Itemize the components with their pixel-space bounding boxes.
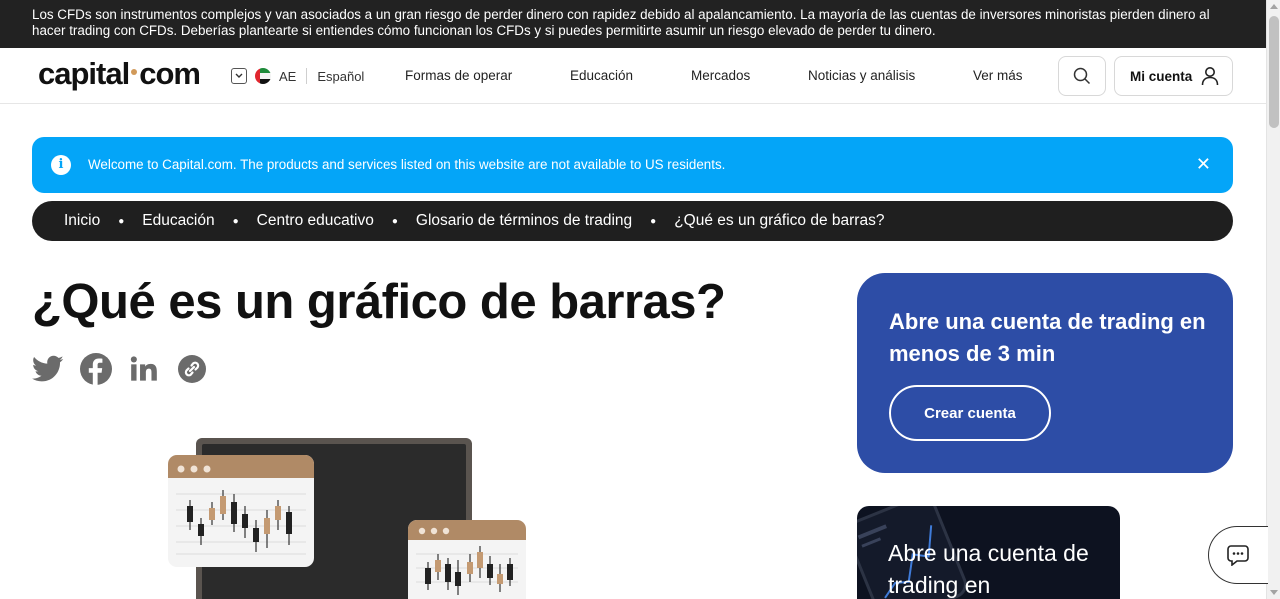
breadcrumb-item-centro-educativo[interactable]: Centro educativo	[257, 212, 374, 230]
promo-text: Abre una cuenta de trading en	[888, 540, 1089, 598]
breadcrumb-item-inicio[interactable]: Inicio	[64, 212, 100, 230]
breadcrumb-separator: ●	[232, 215, 239, 227]
nav-ver-mas[interactable]: Ver más	[973, 68, 1023, 83]
share-bar	[32, 353, 208, 385]
site-header: capital com AE Español Formas de operar E…	[0, 48, 1266, 104]
nav-educacion[interactable]: Educación	[570, 68, 633, 83]
linkedin-icon[interactable]	[128, 353, 160, 385]
scroll-down-arrow-icon[interactable]	[1270, 590, 1278, 595]
chat-icon	[1226, 545, 1249, 566]
open-account-card: Abre una cuenta de trading en menos de 3…	[857, 273, 1233, 473]
my-account-label: Mi cuenta	[1130, 68, 1193, 84]
promo-card[interactable]: Abre una cuenta de trading en	[857, 506, 1120, 599]
link-icon[interactable]	[176, 353, 208, 385]
my-account-button[interactable]: Mi cuenta	[1114, 56, 1233, 96]
scrollbar-thumb[interactable]	[1269, 16, 1279, 128]
search-button[interactable]	[1058, 56, 1106, 96]
uae-flag-icon	[255, 68, 271, 84]
us-residents-notice: i Welcome to Capital.com. The products a…	[32, 137, 1233, 193]
cta-heading: Abre una cuenta de trading en menos de 3…	[889, 309, 1206, 366]
nav-noticias-y-analisis[interactable]: Noticias y análisis	[808, 68, 915, 83]
breadcrumb-item-current: ¿Qué es un gráfico de barras?	[674, 212, 885, 229]
language-label[interactable]: Español	[317, 69, 364, 84]
close-icon[interactable]: ✕	[1196, 154, 1211, 174]
breadcrumb-item-glosario[interactable]: Glosario de términos de trading	[416, 212, 632, 230]
twitter-icon[interactable]	[32, 353, 64, 385]
bar-chart-illustration	[160, 430, 540, 599]
user-icon	[1201, 67, 1219, 86]
breadcrumb-separator: ●	[650, 215, 657, 227]
breadcrumb-separator: ●	[391, 215, 398, 227]
capital-com-logo[interactable]: capital com	[38, 56, 201, 92]
page-scrollbar[interactable]	[1266, 0, 1280, 599]
breadcrumb-separator: ●	[118, 215, 125, 227]
facebook-icon[interactable]	[80, 353, 112, 385]
search-icon	[1073, 67, 1091, 85]
breadcrumb-item-educacion[interactable]: Educación	[142, 212, 214, 230]
divider	[306, 68, 308, 84]
logo-dot	[131, 69, 138, 76]
region-code[interactable]: AE	[279, 69, 296, 84]
chat-button[interactable]	[1208, 526, 1268, 584]
risk-warning-text: Los CFDs son instrumentos complejos y va…	[32, 7, 1210, 38]
scroll-up-arrow-icon[interactable]	[1270, 4, 1278, 9]
page-title: ¿Qué es un gráfico de barras?	[32, 275, 726, 329]
risk-warning-banner: Los CFDs son instrumentos complejos y va…	[0, 0, 1266, 48]
region-language-selector[interactable]: AE Español	[231, 67, 364, 85]
create-account-button[interactable]: Crear cuenta	[889, 385, 1051, 441]
info-icon: i	[51, 155, 71, 175]
nav-formas-de-operar[interactable]: Formas de operar	[405, 68, 512, 83]
notice-message: Welcome to Capital.com. The products and…	[88, 157, 726, 172]
chevron-down-icon[interactable]	[231, 68, 247, 84]
nav-mercados[interactable]: Mercados	[691, 68, 750, 83]
breadcrumb: Inicio ● Educación ● Centro educativo ● …	[32, 201, 1233, 241]
